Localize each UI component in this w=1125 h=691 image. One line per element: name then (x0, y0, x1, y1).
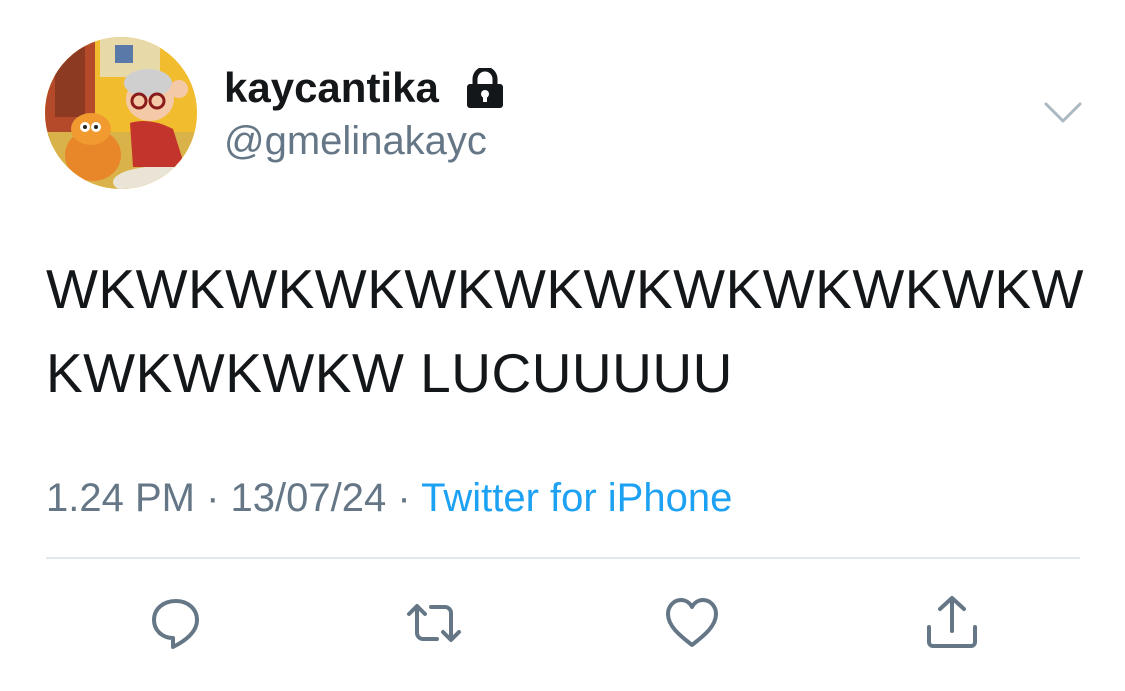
like-button[interactable] (664, 595, 720, 651)
share-button[interactable] (924, 595, 980, 651)
tweet-text-line: KWKWKWKW LUCUUUUU (46, 342, 733, 404)
avatar-image (45, 37, 197, 189)
tweet-date[interactable]: 13/07/24 (231, 476, 387, 520)
user-handle[interactable]: @gmelinakayc (224, 117, 487, 165)
tweet-source-link[interactable]: Twitter for iPhone (421, 476, 732, 520)
tweet-meta: 1.24 PM · 13/07/24 · Twitter for iPhone (46, 474, 732, 522)
lock-icon (464, 66, 506, 108)
retweet-icon (407, 604, 461, 642)
reply-icon (152, 599, 199, 649)
divider (46, 557, 1080, 559)
share-icon (927, 596, 977, 648)
like-icon (666, 598, 718, 647)
meta-separator: · (206, 476, 220, 520)
reply-button[interactable] (148, 595, 204, 651)
avatar[interactable] (45, 37, 197, 189)
meta-separator: · (397, 476, 411, 520)
tweet-text: WKWKWKWKWKWKWKWKWKWKWKW KWKWKWKW LUCUUUU… (46, 247, 1096, 415)
chevron-down-icon[interactable] (1043, 99, 1083, 127)
tweet-time[interactable]: 1.24 PM (46, 476, 195, 520)
tweet-text-line: WKWKWKWKWKWKWKWKWKWKWKW (46, 258, 1084, 320)
retweet-button[interactable] (406, 595, 462, 651)
display-name[interactable]: kaycantika (224, 62, 439, 114)
